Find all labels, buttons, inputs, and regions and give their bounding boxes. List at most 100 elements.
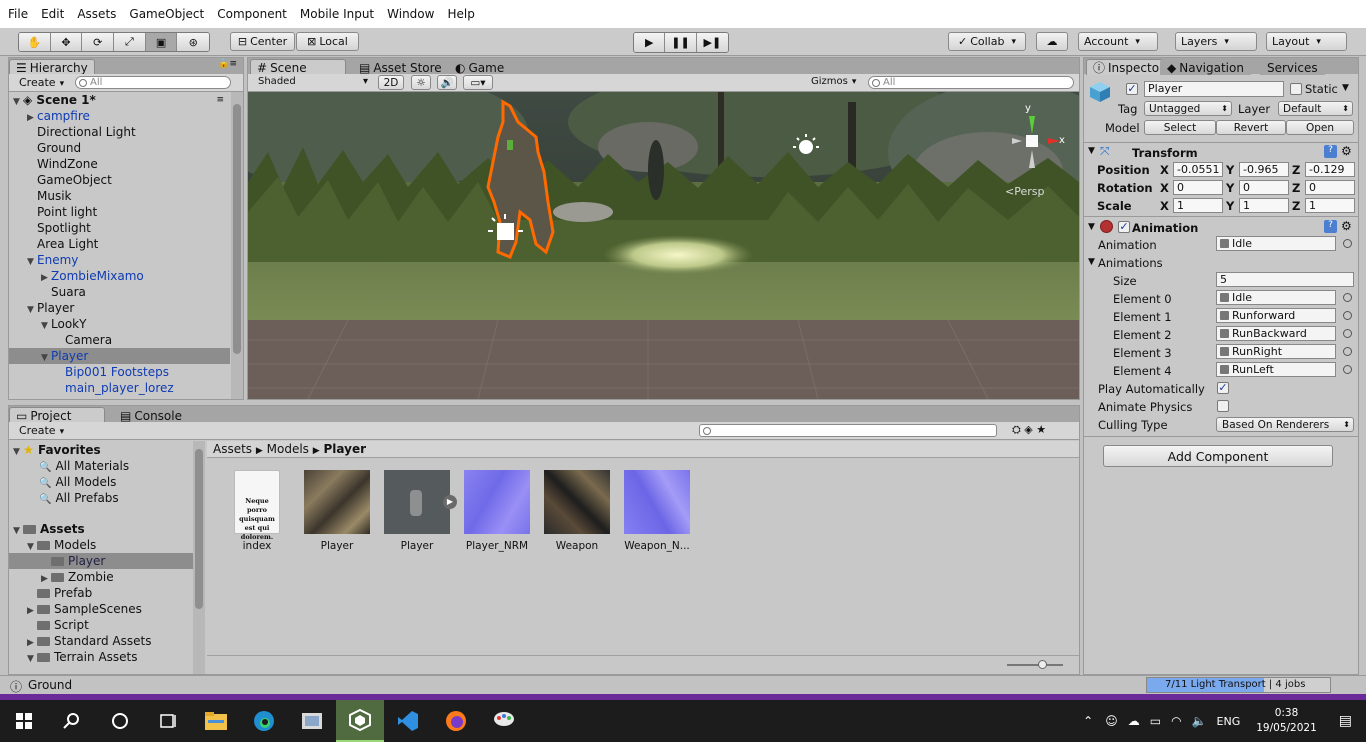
photos-app-icon[interactable]	[288, 700, 336, 742]
add-component-button[interactable]: Add Component	[1103, 445, 1333, 467]
rect-tool-icon[interactable]: ▣	[145, 33, 178, 51]
hierarchy-item[interactable]: Area Light	[9, 236, 230, 252]
hierarchy-scrollbar[interactable]	[231, 92, 243, 399]
search-icon[interactable]	[48, 700, 96, 742]
expand-arrow-icon[interactable]: ▼	[1088, 257, 1095, 267]
help-icon[interactable]: ?	[1324, 145, 1337, 158]
project-folder-item[interactable]: ▼ Models	[9, 537, 193, 553]
rotation-y-field[interactable]: 0	[1239, 180, 1289, 195]
active-checkbox[interactable]: ✓	[1126, 83, 1138, 95]
hierarchy-item[interactable]: WindZone	[9, 156, 230, 172]
rotate-tool-icon[interactable]: ⟳	[82, 33, 115, 51]
animation-field[interactable]: Idle	[1216, 236, 1336, 251]
asset-item-index[interactable]: Neque porro quisquam est qui dolorem. in…	[224, 470, 290, 552]
progress-bar[interactable]: 7/11 Light Transport | 4 jobs	[1146, 677, 1331, 693]
menu-component[interactable]: Component	[217, 7, 287, 21]
task-view-icon[interactable]	[144, 700, 192, 742]
project-folder-item[interactable]: ▶ SampleScenes	[9, 601, 193, 617]
hierarchy-item[interactable]: ▼ Player	[9, 348, 230, 364]
menu-assets[interactable]: Assets	[77, 7, 116, 21]
scale-x-field[interactable]: 1	[1173, 198, 1223, 213]
asset-item-player-material[interactable]: Player	[304, 470, 370, 552]
help-icon[interactable]: ?	[1324, 220, 1337, 233]
element-clip-field[interactable]: RunLeft	[1216, 362, 1336, 377]
asset-item-weapon-nrm[interactable]: Weapon_N...	[624, 470, 690, 552]
hierarchy-item[interactable]: Spotlight	[9, 220, 230, 236]
zoom-slider-thumb[interactable]	[1038, 660, 1047, 669]
object-picker-icon[interactable]	[1343, 347, 1352, 356]
model-revert-button[interactable]: Revert	[1216, 120, 1286, 135]
network-icon[interactable]: ▭	[1150, 714, 1161, 728]
pivot-local-button[interactable]: ⊠ Local	[296, 32, 359, 51]
scrollbar-thumb[interactable]	[195, 449, 203, 609]
hierarchy-item[interactable]: ▼ LookY	[9, 316, 230, 332]
tab-project[interactable]: ▭ Project	[9, 407, 105, 423]
layers-dropdown[interactable]: Layers	[1175, 32, 1257, 51]
cloud-button[interactable]: ☁	[1036, 32, 1068, 51]
pivot-center-button[interactable]: ⊟ Center	[230, 32, 295, 51]
hierarchy-item[interactable]: Musik	[9, 188, 230, 204]
hierarchy-search-input[interactable]: All	[75, 76, 231, 89]
menu-gameobject[interactable]: GameObject	[129, 7, 204, 21]
chevron-up-icon[interactable]: ⌃	[1083, 714, 1093, 728]
2d-toggle[interactable]: 2D	[378, 75, 404, 90]
people-icon[interactable]: ☺	[1105, 714, 1118, 728]
hierarchy-item[interactable]: Camera	[9, 332, 230, 348]
project-folder-item[interactable]: ▼ Terrain Assets	[9, 649, 193, 665]
layer-dropdown[interactable]: Default ⬍	[1278, 101, 1353, 116]
unity-app-icon[interactable]	[336, 700, 384, 742]
tab-asset-store[interactable]: ▤ Asset Store	[352, 59, 449, 75]
volume-icon[interactable]: 🔈	[1192, 714, 1207, 728]
position-y-field[interactable]: -0.965	[1239, 162, 1289, 177]
axis-z-label[interactable]: Z	[1292, 181, 1300, 195]
firefox-icon[interactable]	[432, 700, 480, 742]
axis-x-label[interactable]: X	[1160, 199, 1169, 213]
favorite-item[interactable]: 🔍 All Materials	[39, 458, 129, 474]
layout-dropdown[interactable]: Layout	[1266, 32, 1347, 51]
object-picker-icon[interactable]	[1343, 293, 1352, 302]
element-clip-field[interactable]: RunRight	[1216, 344, 1336, 359]
project-search-input[interactable]	[699, 424, 997, 437]
onedrive-icon[interactable]: ☁	[1128, 714, 1140, 728]
status-message[interactable]: Ground	[28, 678, 72, 692]
scale-tool-icon[interactable]: ⤢	[114, 33, 146, 51]
project-folder-item[interactable]: Player	[9, 553, 193, 569]
hierarchy-item[interactable]: ▼ Player	[9, 300, 230, 316]
hierarchy-create-button[interactable]: Create	[19, 76, 64, 89]
scrollbar-thumb[interactable]	[233, 104, 241, 354]
hierarchy-item[interactable]: Point light	[9, 204, 230, 220]
audio-toggle-icon[interactable]: 🔊	[437, 75, 457, 90]
scale-y-field[interactable]: 1	[1239, 198, 1289, 213]
element-clip-field[interactable]: Idle	[1216, 290, 1336, 305]
tab-services[interactable]: Services	[1260, 59, 1325, 75]
settings-gear-icon[interactable]: ⚙	[1341, 219, 1352, 233]
settings-gear-icon[interactable]: ⚙	[1341, 144, 1352, 158]
assets-header[interactable]: ▼ Assets	[13, 521, 85, 537]
project-tree-scrollbar[interactable]	[193, 441, 205, 674]
animations-size-field[interactable]: 5	[1216, 272, 1354, 287]
menu-edit[interactable]: Edit	[41, 7, 64, 21]
language-indicator[interactable]: ENG	[1217, 715, 1241, 728]
rotation-z-field[interactable]: 0	[1305, 180, 1355, 195]
model-select-button[interactable]: Select	[1144, 120, 1216, 135]
panel-menu-icon[interactable]: 🔒≡	[218, 59, 237, 69]
static-checkbox[interactable]	[1290, 83, 1302, 95]
rotation-x-field[interactable]: 0	[1173, 180, 1223, 195]
favorites-header[interactable]: ▼ ★ Favorites	[13, 442, 101, 458]
zoom-slider[interactable]	[1007, 664, 1063, 666]
collab-dropdown[interactable]: ✓ Collab	[948, 32, 1026, 51]
asset-item-player-model[interactable]: Player	[384, 470, 450, 552]
tab-game[interactable]: ◐ Game	[448, 59, 512, 75]
static-dropdown-icon[interactable]: ▼	[1342, 83, 1349, 93]
axis-z-label[interactable]: Z	[1292, 199, 1300, 213]
object-picker-icon[interactable]	[1343, 239, 1352, 248]
position-x-field[interactable]: -0.0551	[1173, 162, 1223, 177]
tab-inspector[interactable]: ⓘ Inspector	[1086, 59, 1171, 75]
file-explorer-icon[interactable]	[192, 700, 240, 742]
axis-x-label[interactable]: X	[1160, 181, 1169, 195]
vscode-icon[interactable]	[384, 700, 432, 742]
project-folder-item[interactable]: Script	[9, 617, 193, 633]
tab-scene[interactable]: # Scene	[250, 59, 346, 75]
menu-mobile-input[interactable]: Mobile Input	[300, 7, 374, 21]
clock[interactable]: 0:38 19/05/2021	[1256, 706, 1317, 736]
